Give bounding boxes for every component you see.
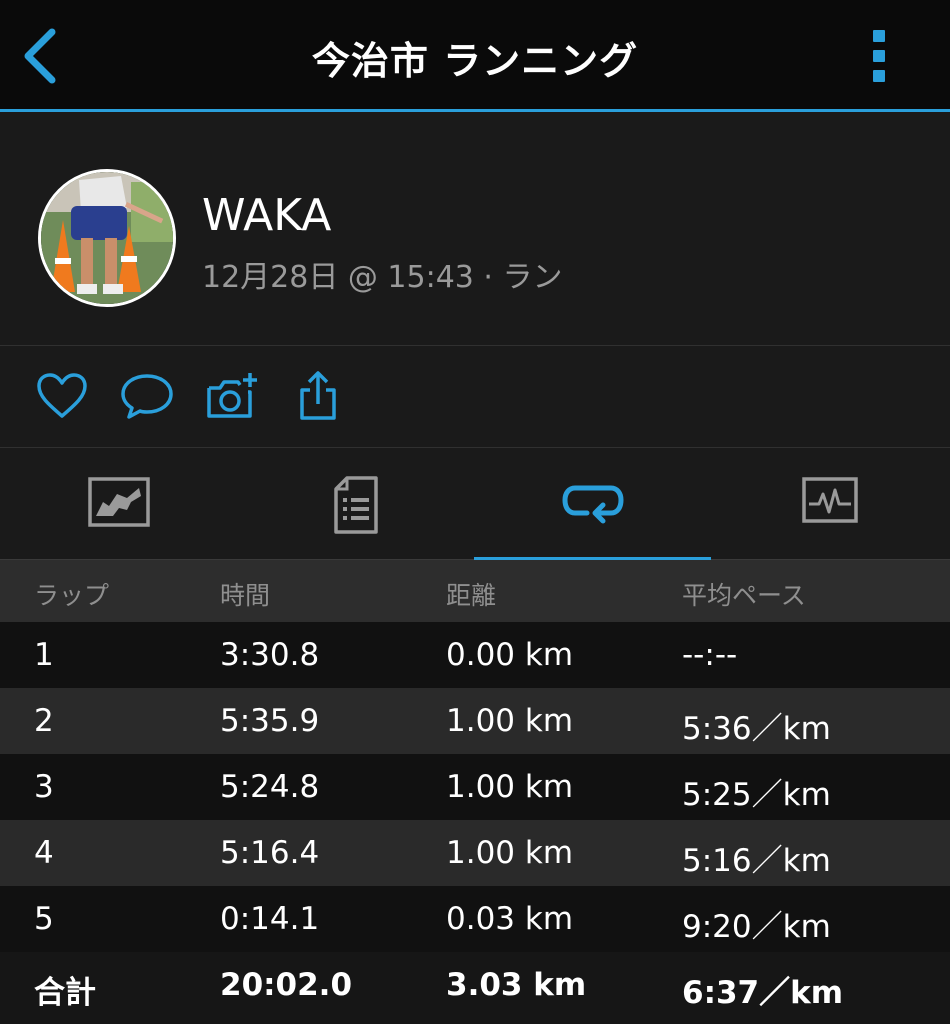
lap-time: 5:24.8 <box>220 769 320 805</box>
lap-time: 5:35.9 <box>220 703 320 739</box>
tab-charts[interactable] <box>711 448 948 560</box>
lap-time: 3:30.8 <box>220 637 320 673</box>
avatar[interactable] <box>38 169 176 307</box>
table-row[interactable]: 4 5:16.4 1.00 km 5:16／km <box>0 820 950 886</box>
lap-distance: 1.00 km <box>446 703 574 739</box>
page-title: 今治市 ランニング <box>311 39 639 83</box>
total-row: 合計 20:02.0 3.03 km 6:37／km <box>0 952 950 1018</box>
table-row[interactable]: 1 3:30.8 0.00 km --:-- <box>0 622 950 688</box>
comment-icon[interactable] <box>119 370 175 422</box>
laps-table: ラップ 時間 距離 平均ペース 1 3:30.8 0.00 km --:-- 2… <box>0 560 950 1018</box>
table-row[interactable]: 3 5:24.8 1.00 km 5:25／km <box>0 754 950 820</box>
tab-bar <box>0 448 950 561</box>
lap-pace: 9:20／km <box>682 909 831 945</box>
chart-icon <box>801 477 858 523</box>
lap-number: 1 <box>34 637 54 673</box>
lap-pace: 5:16／km <box>682 843 831 879</box>
tab-laps[interactable] <box>474 448 711 561</box>
more-vertical-icon[interactable] <box>862 26 896 86</box>
laps-icon <box>561 485 624 524</box>
share-icon[interactable] <box>290 370 346 422</box>
table-row[interactable]: 2 5:35.9 1.00 km 5:36／km <box>0 688 950 754</box>
activity-meta: 12月28日 @ 15:43 · ラン <box>202 260 563 295</box>
lap-number: 4 <box>34 835 54 871</box>
total-label: 合計 <box>34 975 96 1011</box>
total-time: 20:02.0 <box>220 967 353 1003</box>
lap-pace: 5:25／km <box>682 777 831 813</box>
total-distance: 3.03 km <box>446 967 587 1003</box>
column-header: 平均ペース <box>682 581 806 610</box>
map-icon <box>87 477 150 527</box>
lap-pace: --:-- <box>682 637 738 673</box>
lap-distance: 1.00 km <box>446 769 574 805</box>
action-bar <box>0 346 950 448</box>
lap-time: 5:16.4 <box>220 835 320 871</box>
profile-section: WAKA 12月28日 @ 15:43 · ラン <box>0 112 950 346</box>
lap-distance: 1.00 km <box>446 835 574 871</box>
user-name: WAKA <box>202 190 332 241</box>
lap-pace: 5:36／km <box>682 711 831 747</box>
column-header: ラップ <box>34 581 110 610</box>
table-row[interactable]: 5 0:14.1 0.03 km 9:20／km <box>0 886 950 952</box>
total-pace: 6:37／km <box>682 975 844 1011</box>
lap-number: 5 <box>34 901 54 937</box>
lap-time: 0:14.1 <box>220 901 320 937</box>
column-header: 距離 <box>446 581 497 610</box>
tab-map[interactable] <box>0 448 237 560</box>
table-header: ラップ 時間 距離 平均ペース <box>0 560 950 622</box>
lap-number: 3 <box>34 769 54 805</box>
heart-icon[interactable] <box>34 370 90 422</box>
lap-distance: 0.00 km <box>446 637 574 673</box>
camera-add-icon[interactable] <box>204 370 260 422</box>
lap-distance: 0.03 km <box>446 901 574 937</box>
tab-summary[interactable] <box>237 448 474 560</box>
summary-list-icon <box>333 476 378 534</box>
top-nav-bar: 今治市 ランニング <box>0 0 950 112</box>
column-header: 時間 <box>220 581 271 610</box>
lap-number: 2 <box>34 703 54 739</box>
